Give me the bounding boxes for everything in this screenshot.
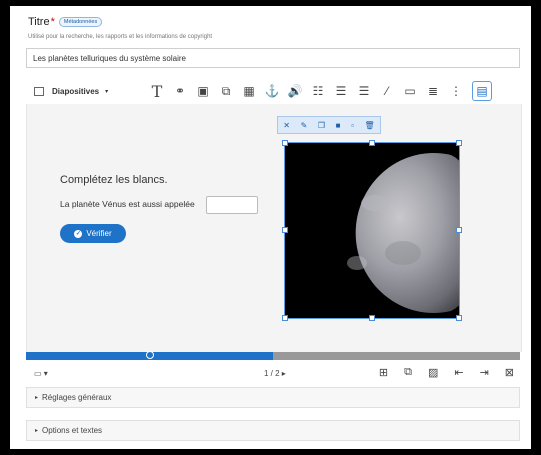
verify-button[interactable]: ✓ Vérifier	[60, 224, 126, 243]
anchor-tool-icon[interactable]: ⚓	[261, 81, 283, 101]
clone-slide-icon[interactable]: ⧉	[404, 366, 412, 379]
resize-handle[interactable]	[456, 315, 462, 321]
slide-navigation: ▭ ▾ 1 / 2 ▸ ⊞ ⧉ ▨ ⇤ ⇥ ⊠	[26, 366, 520, 384]
check-icon: ✓	[74, 229, 83, 238]
question-heading: Complétez les blancs.	[60, 174, 168, 186]
drag-text-tool-icon[interactable]: ▭	[399, 81, 421, 101]
multi-choice-tool-icon[interactable]: ☰	[353, 81, 375, 101]
question-sentence: La planète Vénus est aussi appelée	[60, 199, 195, 209]
bring-front-icon[interactable]: ■	[336, 121, 341, 130]
image-tool-icon[interactable]: ▣	[192, 81, 214, 101]
fill-blanks-tool-icon[interactable]: ☷	[307, 81, 329, 101]
caret-right-icon: ▸	[35, 395, 39, 401]
verify-label: Vérifier	[86, 229, 112, 238]
resize-handle[interactable]	[282, 140, 288, 146]
resize-handle[interactable]	[369, 315, 375, 321]
slide-stage: Complétez les blancs. La planète Vénus e…	[26, 104, 522, 352]
blank-input[interactable]	[206, 196, 258, 214]
current-tool-icon[interactable]: ▤	[472, 81, 492, 101]
slides-icon	[34, 86, 44, 96]
resize-handle[interactable]	[282, 227, 288, 233]
audio-tool-icon[interactable]: 🔊	[284, 81, 306, 101]
required-mark: *	[50, 16, 55, 28]
progress-knob[interactable]	[145, 351, 154, 359]
general-settings-section[interactable]: ▸ Réglages généraux	[26, 387, 520, 408]
true-false-tool-icon[interactable]: ⁄	[376, 81, 398, 101]
slide-actions: ⊞ ⧉ ▨ ⇤ ⇥ ⊠	[379, 366, 514, 379]
slides-dropdown[interactable]: Diapositives ▾	[34, 86, 146, 96]
options-texts-section[interactable]: ▸ Options et textes	[26, 420, 520, 441]
slide-progress-bar[interactable]	[26, 351, 520, 360]
delete-slide-icon[interactable]: ⊠	[505, 366, 514, 379]
add-slide-icon[interactable]: ⊞	[379, 366, 388, 379]
resize-handle[interactable]	[456, 140, 462, 146]
move-icon[interactable]: ✕	[283, 121, 290, 130]
caret-right-icon: ▸	[35, 428, 39, 434]
page-indicator: 1 / 2 ▸	[264, 369, 286, 378]
element-toolbar: ✕ ✎ ❐ ■ ▫ 🗑	[277, 116, 381, 134]
edit-icon[interactable]: ✎	[301, 121, 308, 130]
resize-handle[interactable]	[282, 315, 288, 321]
shape-tool-icon[interactable]: ⧉	[215, 81, 237, 101]
move-left-icon[interactable]: ⇤	[454, 366, 463, 379]
title-label: Titre	[28, 16, 50, 28]
resize-handle[interactable]	[456, 227, 462, 233]
summary-tool-icon[interactable]: ≣	[422, 81, 444, 101]
title-label-row: Titre * Métadonnées	[28, 16, 103, 28]
content-toolbar: Diapositives ▾ T ⚭ ▣ ⧉ ▦ ⚓ 🔊 ☷ ☰ ☰ ⁄ ▭ ≣…	[28, 80, 522, 102]
copy-icon[interactable]: ❐	[318, 121, 325, 130]
options-texts-label: Options et textes	[42, 426, 103, 435]
move-right-icon[interactable]: ⇥	[480, 366, 489, 379]
chevron-down-icon: ▾	[105, 88, 109, 95]
title-input[interactable]	[26, 48, 520, 68]
slides-label: Diapositives	[52, 86, 100, 96]
text-tool-icon[interactable]: T	[146, 81, 168, 101]
general-settings-label: Réglages généraux	[42, 393, 112, 402]
planet-image[interactable]	[282, 140, 462, 321]
editor-frame: Titre * Métadonnées Utilisé pour la rech…	[10, 6, 531, 449]
metadata-button[interactable]: Métadonnées	[58, 17, 103, 27]
resize-handle[interactable]	[369, 140, 375, 146]
link-tool-icon[interactable]: ⚭	[169, 81, 191, 101]
video-tool-icon[interactable]: ▦	[238, 81, 260, 101]
delete-icon[interactable]: 🗑	[365, 121, 375, 130]
slide-menu-icon[interactable]: ▭ ▾	[34, 369, 48, 378]
background-icon[interactable]: ▨	[428, 366, 438, 379]
title-hint: Utilisé pour la recherche, les rapports …	[28, 34, 213, 40]
more-tools-icon[interactable]: ⋮	[445, 81, 467, 101]
single-choice-tool-icon[interactable]: ☰	[330, 81, 352, 101]
send-back-icon[interactable]: ▫	[351, 121, 354, 130]
